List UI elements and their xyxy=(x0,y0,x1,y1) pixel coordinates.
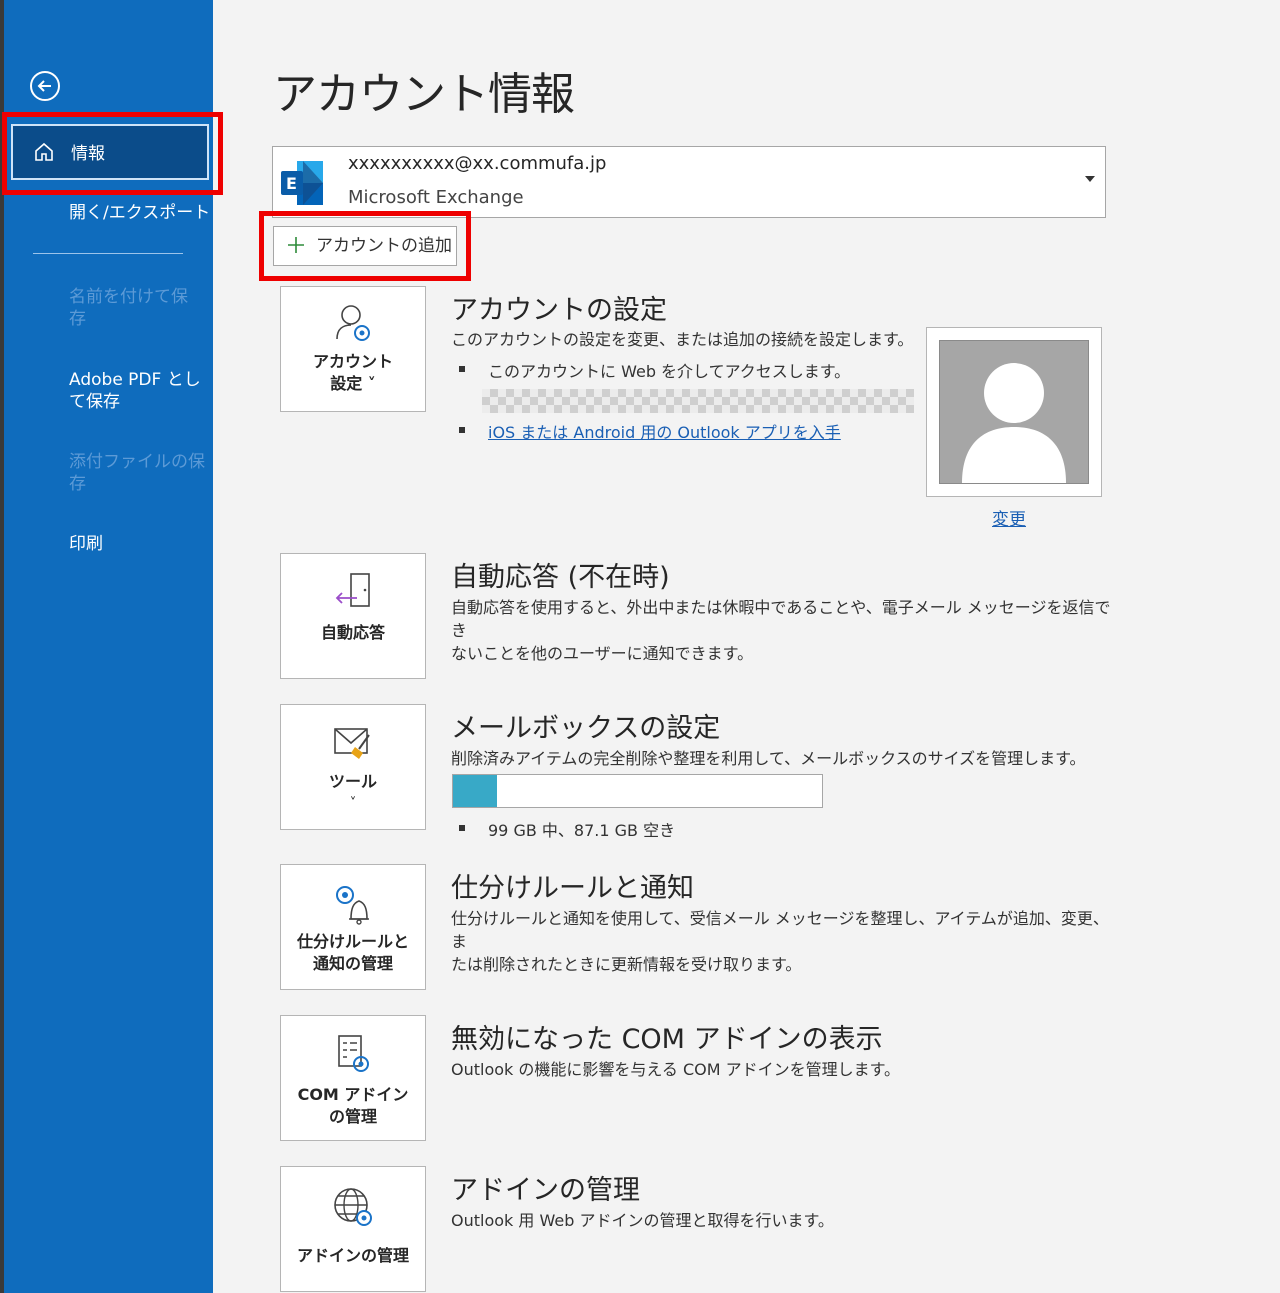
bullet-icon xyxy=(459,366,465,372)
sidebar-item-label: Adobe PDF とし xyxy=(69,370,201,390)
desc-line: 自動応答を使用すると、外出中または休暇中であることや、電子メール メッセージを返… xyxy=(451,598,1111,640)
sidebar-item-save-attachments: 添付ファイルの保 存 xyxy=(4,451,213,495)
section-title-addins: アドインの管理 xyxy=(451,1175,640,1206)
com-addins-tile[interactable]: COM アドイン の管理 xyxy=(280,1015,426,1141)
sidebar-item-label: て保存 xyxy=(69,392,120,412)
bullet-icon xyxy=(459,427,465,433)
back-button[interactable] xyxy=(30,71,60,101)
tile-label: 通知の管理 xyxy=(312,954,393,973)
sidebar-item-label: 開く/エクスポート xyxy=(69,203,211,223)
tile-label: の管理 xyxy=(328,1107,377,1126)
svg-text:E: E xyxy=(286,174,297,193)
section-title-account-settings: アカウントの設定 xyxy=(451,295,667,326)
desc-line: たは削除されたときに更新情報を受け取ります。 xyxy=(451,955,802,974)
tile-label: ツール xyxy=(328,772,377,791)
account-type: Microsoft Exchange xyxy=(348,187,524,208)
arrow-left-icon xyxy=(37,80,51,92)
sidebar-item-save-as: 名前を付けて保 存 xyxy=(4,286,213,330)
sidebar-item-label: 存 xyxy=(69,474,86,494)
profile-picture xyxy=(939,340,1089,484)
tile-label: 自動応答 xyxy=(320,623,385,642)
account-selector[interactable]: E xxxxxxxxxx@xx.commufa.jp Microsoft Exc… xyxy=(272,146,1106,218)
globe-gear-icon xyxy=(334,1188,372,1226)
highlight-box-info xyxy=(2,112,223,195)
desc-line: 仕分けルールと通知を使用して、受信メール メッセージを整理し、アイテムが追加、変… xyxy=(451,909,1109,951)
manage-addins-tile[interactable]: アドインの管理 xyxy=(280,1166,426,1292)
mailbox-quota-text: 99 GB 中、87.1 GB 空き xyxy=(488,821,676,840)
mailbox-quota-fill xyxy=(453,775,498,807)
sidebar-item-label: 印刷 xyxy=(69,534,103,554)
sidebar-divider xyxy=(33,253,183,254)
profile-picture-frame xyxy=(926,327,1102,497)
section-title-com-addins: 無効になった COM アドインの表示 xyxy=(451,1024,883,1055)
tile-label: アドインの管理 xyxy=(296,1246,409,1265)
sidebar-item-label: 名前を付けて保 xyxy=(69,287,188,307)
mailbox-quota-bar xyxy=(452,774,823,808)
auto-reply-tile[interactable]: 自動応答 xyxy=(280,553,426,679)
envelope-broom-icon xyxy=(334,728,370,759)
desc-line: ないことを他のユーザーに通知できます。 xyxy=(451,644,754,663)
account-settings-tile[interactable]: アカウント 設定 ˅ xyxy=(280,286,426,412)
web-access-text: このアカウントに Web を介してアクセスします。 xyxy=(488,362,851,381)
sidebar-item-label: 存 xyxy=(69,309,86,329)
tile-label: 設定 ˅ xyxy=(330,374,376,393)
tile-label: アカウント xyxy=(312,352,393,371)
tile-label: COM アドイン xyxy=(297,1085,409,1104)
section-title-auto-reply: 自動応答 (不在時) xyxy=(451,562,670,593)
door-arrow-icon xyxy=(335,573,370,607)
section-desc-com-addins: Outlook の機能に影響を与える COM アドインを管理します。 xyxy=(451,1060,901,1079)
change-picture-link[interactable]: 変更 xyxy=(992,505,1026,530)
sidebar-item-label: 添付ファイルの保 xyxy=(69,452,205,472)
bullet-icon xyxy=(459,825,465,831)
chevron-down-icon xyxy=(1085,176,1095,182)
rules-alerts-tile[interactable]: 仕分けルールと 通知の管理 xyxy=(280,864,426,990)
section-title-rules: 仕分けルールと通知 xyxy=(451,873,694,904)
get-outlook-mobile-link[interactable]: iOS または Android 用の Outlook アプリを入手 xyxy=(488,419,841,443)
list-gear-icon xyxy=(338,1035,369,1072)
section-desc-addins: Outlook 用 Web アドインの管理と取得を行います。 xyxy=(451,1211,834,1230)
section-desc-mailbox: 削除済みアイテムの完全削除や整理を利用して、メールボックスのサイズを管理します。 xyxy=(451,749,1086,768)
sidebar-item-save-as-adobe-pdf[interactable]: Adobe PDF とし て保存 xyxy=(4,369,213,413)
mailbox-tools-tile[interactable]: ツール ˅ xyxy=(280,704,426,830)
section-title-mailbox: メールボックスの設定 xyxy=(451,713,721,744)
sidebar-item-open-export[interactable]: 開く/エクスポート xyxy=(4,202,213,224)
page-title: アカウント情報 xyxy=(273,69,575,120)
redacted-url xyxy=(482,389,914,413)
person-silhouette-icon xyxy=(962,363,1066,483)
section-desc-auto-reply: 自動応答を使用すると、外出中または休暇中であることや、電子メール メッセージを返… xyxy=(451,596,1111,665)
gear-bell-icon xyxy=(336,886,369,925)
tile-label: 仕分けルールと xyxy=(296,932,409,951)
account-email: xxxxxxxxxx@xx.commufa.jp xyxy=(348,153,607,174)
highlight-box-add-account xyxy=(259,211,471,281)
sidebar-item-print[interactable]: 印刷 xyxy=(4,533,213,555)
section-desc-rules: 仕分けルールと通知を使用して、受信メール メッセージを整理し、アイテムが追加、変… xyxy=(451,907,1111,976)
person-gear-icon xyxy=(336,305,370,341)
tile-label: ˅ xyxy=(349,796,357,811)
exchange-logo-icon: E xyxy=(281,161,323,205)
